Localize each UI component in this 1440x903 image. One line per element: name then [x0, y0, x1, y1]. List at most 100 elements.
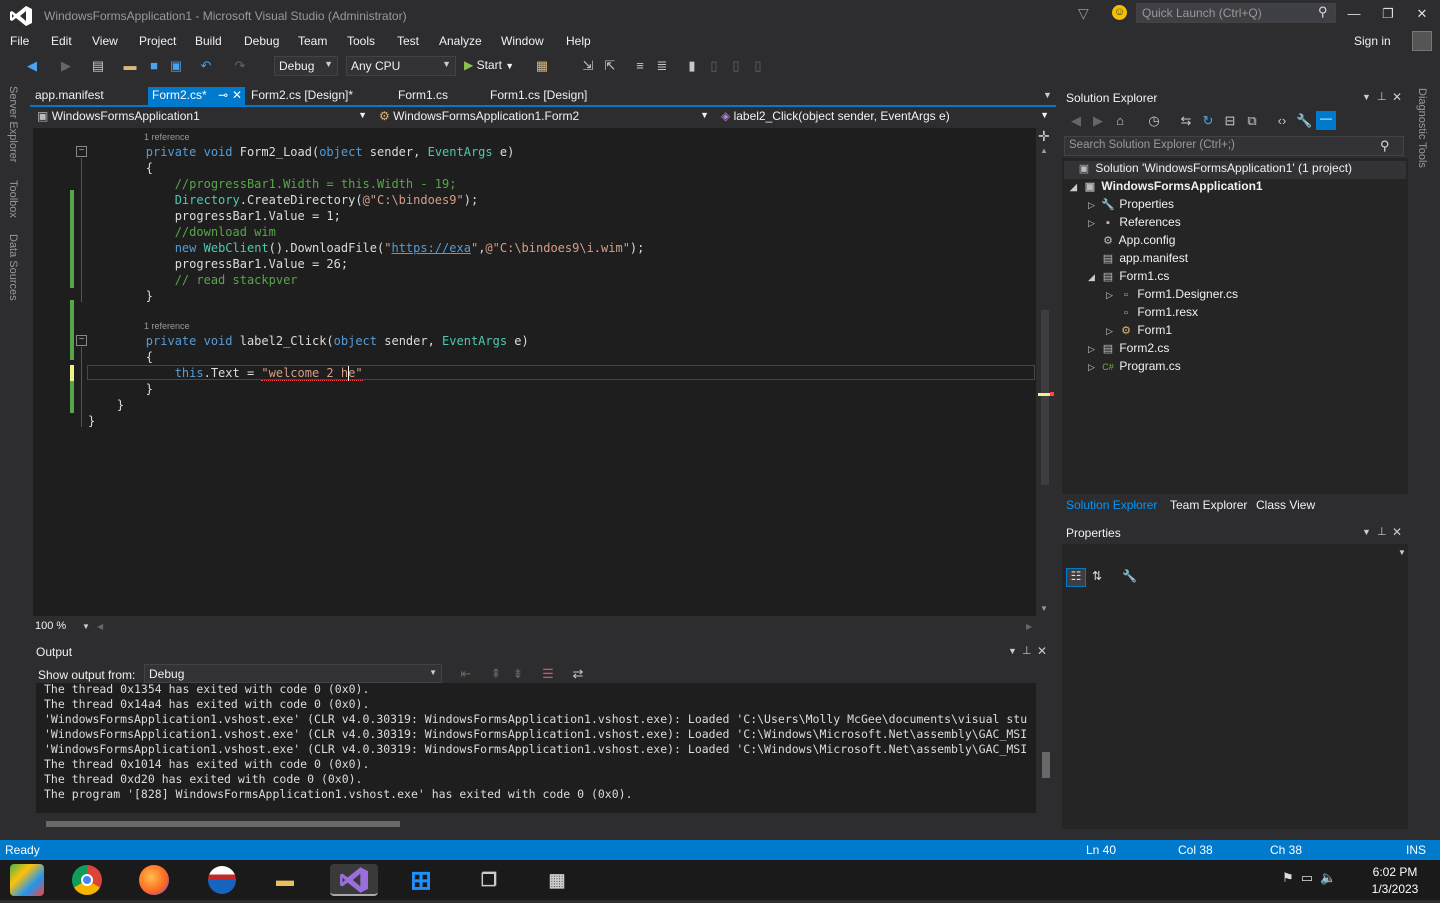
scrollbar-thumb[interactable]: [1042, 752, 1050, 778]
menu-window[interactable]: Window: [501, 34, 544, 48]
sign-in-link[interactable]: Sign in: [1354, 34, 1391, 48]
navigate-forward-icon[interactable]: ▶: [58, 58, 74, 74]
system-tray[interactable]: ⚑ ▭ 🔈: [1282, 870, 1337, 886]
menu-debug[interactable]: Debug: [244, 34, 279, 48]
collapse-icon[interactable]: −: [76, 146, 87, 157]
expanded-icon[interactable]: ◢: [1088, 272, 1100, 283]
expanded-icon[interactable]: ◢: [1070, 182, 1082, 193]
tree-item-form2-cs[interactable]: ▷ ▤ Form2.cs: [1088, 341, 1169, 359]
refresh-icon[interactable]: ↻: [1200, 113, 1216, 129]
redo-icon[interactable]: ↷: [232, 58, 248, 74]
start-menu-icon[interactable]: [10, 864, 44, 896]
split-editor-icon[interactable]: ✛: [1038, 128, 1050, 145]
data-sources-tab[interactable]: Data Sources: [7, 234, 19, 301]
menu-file[interactable]: File: [10, 34, 29, 48]
tab-class-view[interactable]: Class View: [1256, 498, 1315, 512]
chrome-icon[interactable]: [70, 864, 104, 896]
step-into-icon[interactable]: ⇲: [580, 58, 596, 74]
tree-item-app-config[interactable]: ⚙ App.config: [1088, 233, 1175, 251]
tab-list-dropdown-icon[interactable]: ▼: [1043, 90, 1052, 100]
search-icon[interactable]: ⚲: [1318, 4, 1328, 20]
windows-icon[interactable]: ⊞: [404, 864, 438, 896]
back-icon[interactable]: ◀: [1068, 113, 1084, 129]
tree-item-references[interactable]: ▷ ▪ References: [1088, 215, 1181, 233]
tree-item-app-manifest[interactable]: ▤ app.manifest: [1088, 251, 1188, 269]
menu-team[interactable]: Team: [298, 34, 327, 48]
visual-studio-taskbar-icon[interactable]: [330, 864, 378, 896]
project-nav-select[interactable]: ▣ WindowsFormsApplication1 ▼: [34, 108, 370, 126]
forward-icon[interactable]: ▶: [1090, 113, 1106, 129]
collapsed-icon[interactable]: ▷: [1088, 200, 1100, 211]
solution-configuration-select[interactable]: Debug ▼: [274, 56, 338, 76]
next-message-icon[interactable]: ⇟: [510, 666, 526, 682]
scroll-up-icon[interactable]: ▲: [1040, 146, 1048, 155]
firefox-icon[interactable]: [137, 864, 171, 896]
tree-item-form1-class[interactable]: ▷ ⚙ Form1: [1106, 323, 1172, 341]
menu-edit[interactable]: Edit: [51, 34, 72, 48]
previous-message-icon[interactable]: ⇞: [488, 666, 504, 682]
collapsed-icon[interactable]: ▷: [1088, 218, 1100, 229]
close-icon[interactable]: ✕: [1037, 644, 1047, 658]
minimize-icon[interactable]: —: [1342, 6, 1366, 24]
comment-out-icon[interactable]: ≡: [632, 58, 648, 73]
step-over-icon[interactable]: ⇱: [602, 58, 618, 74]
collapsed-icon[interactable]: ▷: [1088, 344, 1100, 355]
collapsed-icon[interactable]: ▷: [1088, 362, 1100, 373]
tab-form2-design[interactable]: Form2.cs [Design]*: [251, 88, 353, 102]
uncomment-icon[interactable]: ≣: [654, 58, 670, 74]
tab-team-explorer[interactable]: Team Explorer: [1170, 498, 1247, 512]
scrollbar-thumb[interactable]: [46, 821, 400, 827]
menu-tools[interactable]: Tools: [347, 34, 375, 48]
view-code-icon[interactable]: ‹›: [1274, 113, 1290, 128]
tab-form2-cs[interactable]: Form2.cs* ⊸ ✕: [148, 87, 245, 106]
output-vertical-scrollbar[interactable]: [1040, 686, 1052, 814]
clear-all-icon[interactable]: ☰: [540, 666, 556, 682]
new-project-icon[interactable]: ▤: [90, 58, 106, 74]
toggle-word-wrap-icon[interactable]: ⇄: [570, 666, 586, 682]
member-nav-select[interactable]: ◈ label2_Click(object sender, EventArgs …: [718, 108, 1052, 126]
window-menu-icon[interactable]: ▼: [1362, 527, 1371, 537]
preview-selected-items-icon[interactable]: —: [1316, 111, 1336, 130]
save-all-icon[interactable]: ▣: [168, 58, 184, 74]
toolbox-tab[interactable]: Toolbox: [7, 180, 19, 218]
zoom-level[interactable]: 100 %: [35, 620, 66, 632]
tab-solution-explorer[interactable]: Solution Explorer: [1066, 498, 1157, 512]
menu-test[interactable]: Test: [397, 34, 419, 48]
code-lens-references[interactable]: 1 reference: [144, 321, 190, 331]
close-icon[interactable]: ✕: [1392, 525, 1402, 539]
tree-item-project[interactable]: ◢ ▣ WindowsFormsApplication1: [1070, 179, 1263, 197]
menu-build[interactable]: Build: [195, 34, 222, 48]
tree-item-properties[interactable]: ▷ 🔧 Properties: [1088, 197, 1174, 215]
taskbar-clock[interactable]: 6:02 PM 1/3/2023: [1360, 864, 1430, 898]
tab-form1-cs[interactable]: Form1.cs: [398, 88, 448, 102]
start-debugging-button[interactable]: ▶ Start ▼: [464, 58, 514, 72]
code-line-current[interactable]: this.Text = "welcome 2 he": [88, 366, 363, 382]
store-icon[interactable]: ▦: [540, 864, 574, 896]
tab-form1-design[interactable]: Form1.cs [Design]: [490, 88, 587, 102]
remote-desktop-icon[interactable]: [205, 864, 239, 896]
pin-icon[interactable]: ⊥: [1022, 644, 1032, 657]
class-nav-select[interactable]: ⚙ WindowsFormsApplication1.Form2 ▼: [376, 108, 712, 126]
diagnostic-tools-tab[interactable]: Diagnostic Tools: [1416, 88, 1428, 168]
scroll-right-icon[interactable]: ▶: [1026, 622, 1032, 631]
tree-item-form1-cs[interactable]: ◢ ▤ Form1.cs: [1088, 269, 1169, 287]
pin-icon[interactable]: ⊸: [218, 88, 228, 102]
flag-icon[interactable]: ⚑: [1282, 870, 1294, 885]
properties-wrench-icon[interactable]: 🔧: [1296, 113, 1312, 129]
tree-item-program-cs[interactable]: ▷ C# Program.cs: [1088, 359, 1181, 377]
feedback-smiley-icon[interactable]: ☺: [1112, 5, 1127, 20]
pin-icon[interactable]: ⊥: [1377, 90, 1387, 103]
task-view-icon[interactable]: ❐: [472, 864, 506, 896]
solution-explorer-search-input[interactable]: Search Solution Explorer (Ctrl+;): [1064, 136, 1404, 156]
clear-bookmarks-icon[interactable]: ▯: [750, 58, 766, 74]
object-select-chevron-icon[interactable]: ▼: [1398, 548, 1406, 557]
search-icon[interactable]: ⚲: [1380, 138, 1390, 154]
close-icon[interactable]: ✕: [1392, 90, 1402, 104]
pin-icon[interactable]: ⊥: [1377, 525, 1387, 538]
prev-bookmark-icon[interactable]: ▯: [706, 58, 722, 74]
alphabetical-icon[interactable]: ⇅: [1092, 569, 1102, 583]
tab-app-manifest[interactable]: app.manifest: [35, 88, 104, 102]
window-menu-icon[interactable]: ▼: [1362, 92, 1371, 102]
property-pages-wrench-icon[interactable]: 🔧: [1122, 569, 1137, 583]
collapsed-icon[interactable]: ▷: [1106, 290, 1118, 301]
